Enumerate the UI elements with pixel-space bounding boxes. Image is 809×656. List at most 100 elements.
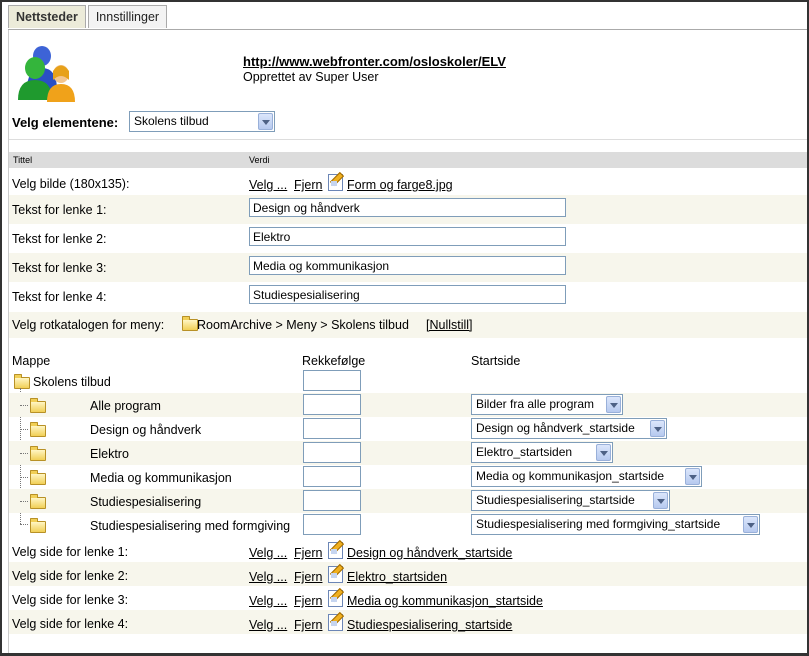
order-input-2[interactable] — [303, 418, 361, 439]
tree-line — [20, 524, 28, 525]
image-file-link[interactable]: Form og farge8.jpg — [347, 178, 453, 192]
chevron-down-icon — [606, 396, 621, 413]
folder-icon — [30, 397, 46, 413]
reset-link[interactable]: [Nullstill] — [426, 318, 473, 332]
startpage-value: Studiespesialisering_startside — [476, 493, 635, 507]
link-page-label-4: Velg side for lenke 4: — [12, 617, 129, 631]
link-text-label-3: Tekst for lenke 3: — [12, 261, 107, 275]
order-input-5[interactable] — [303, 490, 361, 511]
header-value: Verdi — [249, 155, 270, 165]
folder-icon — [30, 445, 46, 461]
page-link-4[interactable]: Studiespesialisering_startside — [347, 618, 512, 632]
remove-image-link[interactable]: Fjern — [294, 178, 322, 192]
remove-page-link-4[interactable]: Fjern — [294, 618, 322, 632]
folder-name-2: Design og håndverk — [90, 423, 202, 437]
tree-line — [20, 501, 28, 502]
link-text-label-2: Tekst for lenke 2: — [12, 232, 107, 246]
table-header-bar: Tittel Verdi — [9, 152, 807, 168]
remove-page-link-3[interactable]: Fjern — [294, 594, 322, 608]
content-panel: http://www.webfronter.com/osloskoler/ELV… — [8, 30, 807, 653]
folder-name-5: Studiespesialisering — [90, 495, 202, 509]
startpage-value: Media og kommunikasjon_startside — [476, 469, 665, 483]
startpage-select-1[interactable]: Bilder fra alle program — [471, 394, 623, 415]
order-col-header: Rekkefølge — [302, 354, 366, 368]
choose-image-link[interactable]: Velg ... — [249, 178, 287, 192]
link-text-input-3[interactable] — [249, 256, 566, 275]
edit-file-icon — [328, 587, 345, 607]
tab-nettsteder[interactable]: Nettsteder — [8, 5, 86, 28]
startpage-value: Design og håndverk_startside — [476, 421, 635, 435]
users-icon — [18, 46, 75, 102]
tree-line — [20, 429, 28, 430]
root-order-input[interactable] — [303, 370, 361, 391]
startpage-select-5[interactable]: Studiespesialisering_startside — [471, 490, 670, 511]
folder-icon — [30, 469, 46, 485]
link-text-input-2[interactable] — [249, 227, 566, 246]
link-text-label-4: Tekst for lenke 4: — [12, 290, 107, 304]
tree-line — [20, 453, 28, 454]
choose-page-link-1[interactable]: Velg ... — [249, 546, 287, 560]
root-catalog-path: RoomArchive > Meny > Skolens tilbud — [197, 318, 409, 332]
chevron-down-icon — [650, 420, 665, 437]
remove-page-link-1[interactable]: Fjern — [294, 546, 322, 560]
link-page-label-3: Velg side for lenke 3: — [12, 593, 129, 607]
site-url-link[interactable]: http://www.webfronter.com/osloskoler/ELV — [243, 54, 506, 69]
folder-icon — [30, 421, 46, 437]
folder-icon — [30, 517, 46, 533]
folder-name-4: Media og kommunikasjon — [90, 471, 232, 485]
folder-name-3: Elektro — [90, 447, 129, 461]
chevron-down-icon — [743, 516, 758, 533]
startpage-col-header: Startside — [471, 354, 521, 368]
link-text-input-4[interactable] — [249, 285, 566, 304]
folder-col-header: Mappe — [12, 354, 51, 368]
edit-file-icon — [328, 563, 345, 583]
chevron-down-icon — [596, 444, 611, 461]
folder-icon — [30, 493, 46, 509]
image-row-label: Velg bilde (180x135): — [12, 177, 130, 191]
edit-file-icon — [328, 611, 345, 631]
tab-bar: Nettsteder Innstillinger — [8, 5, 169, 30]
choose-page-link-4[interactable]: Velg ... — [249, 618, 287, 632]
chevron-down-icon — [258, 113, 273, 130]
tree-line — [20, 405, 28, 406]
startpage-select-2[interactable]: Design og håndverk_startside — [471, 418, 667, 439]
startpage-value: Bilder fra alle program — [476, 397, 595, 411]
created-by-text: Opprettet av Super User — [243, 70, 379, 84]
element-select-label: Velg elementene: — [12, 115, 119, 130]
chevron-down-icon — [653, 492, 668, 509]
root-catalog-label: Velg rotkatalogen for meny: — [12, 318, 165, 332]
header-title: Tittel — [13, 155, 33, 165]
element-select-value: Skolens tilbud — [134, 114, 209, 128]
startpage-value: Studiespesialisering med formgiving_star… — [476, 517, 721, 531]
link-text-input-1[interactable] — [249, 198, 566, 217]
remove-page-link-2[interactable]: Fjern — [294, 570, 322, 584]
startpage-value: Elektro_startsiden — [476, 445, 573, 459]
window-frame: Nettsteder Innstillinger http://www.webf… — [0, 0, 809, 656]
element-select[interactable]: Skolens tilbud — [129, 111, 275, 132]
order-input-6[interactable] — [303, 514, 361, 535]
tree-line — [20, 477, 28, 478]
choose-page-link-2[interactable]: Velg ... — [249, 570, 287, 584]
folder-name-6: Studiespesialisering med formgiving — [90, 519, 291, 533]
divider — [9, 139, 807, 140]
tab-innstillinger[interactable]: Innstillinger — [87, 5, 168, 28]
folder-name-1: Alle program — [90, 399, 161, 413]
link-page-label-1: Velg side for lenke 1: — [12, 545, 129, 559]
startpage-select-4[interactable]: Media og kommunikasjon_startside — [471, 466, 702, 487]
startpage-select-3[interactable]: Elektro_startsiden — [471, 442, 613, 463]
order-input-3[interactable] — [303, 442, 361, 463]
link-text-label-1: Tekst for lenke 1: — [12, 203, 107, 217]
folder-icon — [14, 373, 30, 389]
edit-file-icon — [328, 171, 345, 191]
link-page-label-2: Velg side for lenke 2: — [12, 569, 129, 583]
folder-icon — [182, 315, 198, 331]
root-folder-name: Skolens tilbud — [33, 375, 111, 389]
chevron-down-icon — [685, 468, 700, 485]
page-link-3[interactable]: Media og kommunikasjon_startside — [347, 594, 543, 608]
choose-page-link-3[interactable]: Velg ... — [249, 594, 287, 608]
order-input-1[interactable] — [303, 394, 361, 415]
page-link-2[interactable]: Elektro_startsiden — [347, 570, 447, 584]
page-link-1[interactable]: Design og håndverk_startside — [347, 546, 512, 560]
order-input-4[interactable] — [303, 466, 361, 487]
startpage-select-6[interactable]: Studiespesialisering med formgiving_star… — [471, 514, 760, 535]
